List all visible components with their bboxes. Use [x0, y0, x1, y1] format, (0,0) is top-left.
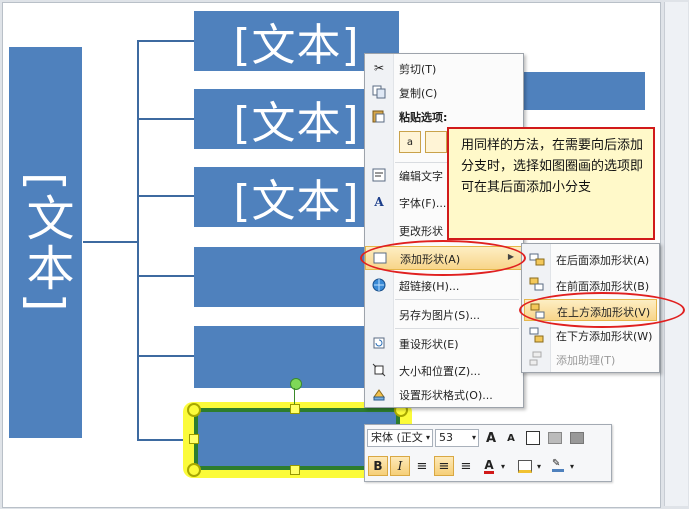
font-color-dropdown[interactable]: ▾ [498, 456, 508, 476]
root-shape-text: [文本] [17, 171, 74, 314]
connector-vertical [137, 40, 139, 440]
add-assistant-icon [529, 351, 545, 367]
menu-item-reset-shape[interactable]: 重设形状(E) [365, 332, 523, 354]
paste-keep-text-icon[interactable]: a [399, 131, 421, 153]
rotation-handle[interactable] [290, 378, 302, 390]
branch-shape-2-text: [文本] [233, 98, 360, 149]
bold-button[interactable]: B [368, 456, 388, 476]
menu-item-save-as-picture[interactable]: 另存为图片(S)... [365, 303, 523, 325]
connector-branch-5 [137, 355, 195, 357]
send-backward-icon [570, 432, 584, 444]
annotation-ellipse-add-above [519, 292, 685, 328]
connector-branch-4 [137, 275, 195, 277]
annotation-callout-text: 用同样的方法，在需要向后添加分支时，选择如图圈画的选项即可在其后面添加小分支 [461, 138, 644, 195]
align-right-icon: ≡ [460, 458, 472, 474]
resize-handle-left[interactable] [189, 434, 199, 444]
branch-shape-1-text: [文本] [233, 20, 360, 71]
arrange-back-button[interactable] [567, 428, 587, 448]
resize-handle-bottom[interactable] [290, 465, 300, 475]
menu-item-size-position[interactable]: 大小和位置(Z)... [365, 359, 523, 381]
grow-font-icon: A [485, 430, 497, 446]
font-color-icon: A [484, 457, 494, 474]
connector-branch-3 [137, 195, 195, 197]
chevron-down-icon: ▾ [500, 461, 505, 471]
copy-icon [371, 84, 387, 100]
menu-item-hyperlink[interactable]: 超链接(H)... [365, 274, 523, 296]
arrange-front-button[interactable] [545, 428, 565, 448]
add-below-icon [529, 327, 545, 343]
font-size-combo[interactable]: 53 ▾ [435, 429, 479, 447]
font-name-combo[interactable]: 宋体 (正文 ▾ [367, 429, 433, 447]
connector-trunk [83, 241, 139, 243]
scissors-icon: ✂ [373, 61, 385, 75]
fill-color-button[interactable] [515, 456, 535, 476]
connector-branch-1 [137, 40, 195, 42]
pen-icon: ✎ [552, 459, 564, 472]
chevron-down-icon: ▾ [471, 433, 476, 442]
vertical-scrollbar[interactable] [664, 2, 688, 506]
change-shape-icon [371, 222, 387, 238]
annotation-ellipse-add-shape [360, 240, 526, 276]
hyperlink-icon [371, 277, 387, 293]
branch-shape-3-text: [文本] [233, 176, 360, 227]
connector-branch-2 [137, 118, 195, 120]
italic-button[interactable]: I [390, 456, 410, 476]
line-color-dropdown[interactable]: ▾ [567, 456, 577, 476]
menu-item-format-shape[interactable]: 设置形状格式(O)... [365, 383, 523, 405]
submenu-item-add-after[interactable]: 在后面添加形状(A) [524, 248, 657, 270]
reset-shape-icon [371, 335, 387, 351]
align-center-icon: ≡ [438, 458, 450, 474]
submenu-item-add-assistant[interactable]: 添加助理(T) [524, 348, 657, 370]
mini-toolbar: 宋体 (正文 ▾ 53 ▾ A A B I ≡ ≡ ≡ A ▾ ▾ ✎ ▾ [364, 424, 612, 482]
menu-item-paste-options: 粘贴选项: [365, 105, 523, 127]
annotation-callout: 用同样的方法，在需要向后添加分支时，选择如图圈画的选项即可在其后面添加小分支 [447, 127, 655, 240]
chevron-down-icon: ▾ [569, 461, 574, 471]
rotation-handle-stem [294, 388, 295, 404]
resize-handle-bottom-left[interactable] [187, 463, 201, 477]
format-painter-icon [526, 431, 540, 445]
chevron-down-icon: ▾ [425, 433, 430, 442]
add-before-icon [529, 277, 545, 293]
bring-forward-icon [548, 432, 562, 444]
resize-handle-top-left[interactable] [187, 403, 201, 417]
edit-text-icon [371, 167, 387, 183]
line-color-button[interactable]: ✎ [548, 456, 568, 476]
grow-font-button[interactable]: A [481, 428, 501, 448]
paste-picture-icon[interactable] [425, 131, 447, 153]
add-after-icon [529, 251, 545, 267]
paste-icon [371, 108, 387, 124]
shrink-font-button[interactable]: A [501, 428, 521, 448]
fill-color-dropdown[interactable]: ▾ [534, 456, 544, 476]
shrink-font-icon: A [507, 432, 515, 444]
align-left-button[interactable]: ≡ [412, 456, 432, 476]
menu-item-cut[interactable]: ✂ 剪切(T) [365, 57, 523, 79]
chevron-down-icon: ▾ [536, 461, 541, 471]
align-center-button[interactable]: ≡ [434, 456, 454, 476]
menu-item-copy[interactable]: 复制(C) [365, 81, 523, 103]
fill-bucket-icon [518, 459, 532, 473]
size-position-icon [371, 362, 387, 378]
resize-handle-top[interactable] [290, 404, 300, 414]
format-painter-button[interactable] [523, 428, 543, 448]
font-color-button[interactable]: A [479, 456, 499, 476]
format-shape-icon [371, 386, 387, 402]
align-left-icon: ≡ [416, 458, 428, 474]
branch-shape-extra[interactable] [519, 72, 645, 110]
align-right-button[interactable]: ≡ [456, 456, 476, 476]
root-shape[interactable]: [文本] [9, 47, 82, 438]
font-icon: A [374, 195, 384, 209]
